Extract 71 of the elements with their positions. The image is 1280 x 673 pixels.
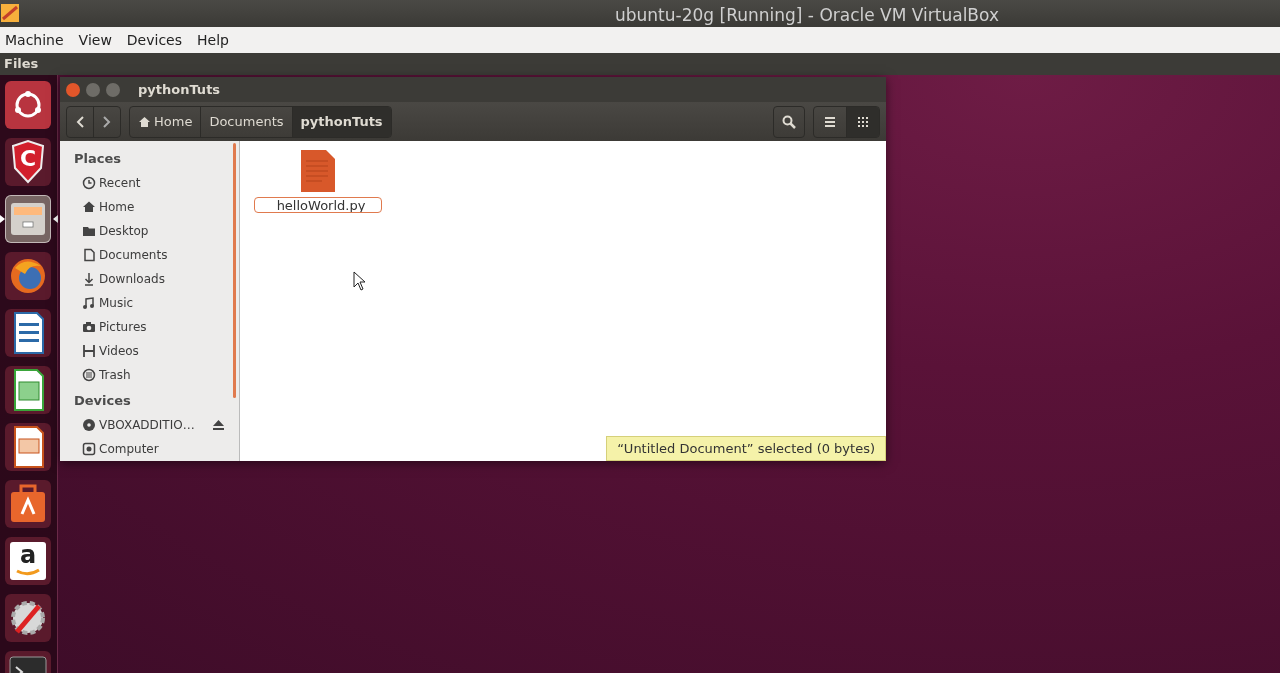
- logo-letter: C: [18, 147, 38, 171]
- clock-icon: [82, 176, 96, 190]
- grid-icon: [857, 115, 869, 128]
- mouse-pointer-icon: [353, 271, 367, 291]
- sidebar-label: Pictures: [99, 319, 147, 336]
- film-icon: [82, 344, 96, 358]
- sidebar-label: Videos: [99, 343, 139, 360]
- sidebar-item[interactable]: Home: [74, 195, 239, 219]
- search-icon: [782, 114, 796, 129]
- menu-item[interactable]: View: [78, 27, 112, 53]
- menu-item[interactable]: Devices: [126, 27, 183, 53]
- sidebar-item[interactable]: Computer: [74, 437, 239, 461]
- sidebar-label: Recent: [99, 175, 141, 192]
- sidebar-item[interactable]: Downloads: [74, 267, 239, 291]
- section-heading: Places: [74, 150, 123, 169]
- launcher-item[interactable]: [5, 594, 51, 642]
- document-icon: [82, 248, 96, 262]
- launcher-item[interactable]: [5, 309, 51, 357]
- logo-letter: a: [18, 543, 38, 567]
- launcher-item[interactable]: [5, 480, 51, 528]
- trash-icon: [82, 368, 96, 382]
- grid-view-button[interactable]: [846, 106, 879, 137]
- breadcrumb-button[interactable]: pythonTuts: [291, 106, 391, 137]
- sidebar-item[interactable]: Desktop: [74, 219, 239, 243]
- sidebar-label: Music: [99, 295, 134, 312]
- launcher-item[interactable]: [5, 423, 51, 471]
- music-note-icon: [82, 296, 96, 310]
- file-icon: [300, 149, 336, 193]
- launcher-item[interactable]: [5, 252, 51, 300]
- scrollbar-thumb[interactable]: [233, 143, 236, 398]
- launcher-item[interactable]: C: [5, 138, 51, 186]
- launcher-item[interactable]: a: [5, 537, 51, 585]
- sidebar-label: Desktop: [99, 223, 149, 240]
- folder-icon: [82, 224, 96, 238]
- sidebar-item[interactable]: Pictures: [74, 315, 239, 339]
- app-name: Files: [4, 56, 39, 71]
- window-title: pythonTuts: [138, 80, 221, 99]
- disc-icon: [82, 418, 96, 432]
- sidebar-label: Documents: [99, 247, 168, 264]
- sidebar-item[interactable]: Music: [74, 291, 239, 315]
- launcher-item[interactable]: [5, 81, 51, 129]
- menu-item[interactable]: Machine: [5, 27, 64, 53]
- sidebar-label: Trash: [99, 367, 131, 384]
- camera-icon: [82, 320, 96, 334]
- sidebar-item[interactable]: Trash: [74, 363, 239, 387]
- sidebar-label: VBOXADDITIO…: [99, 417, 195, 434]
- filename-field[interactable]: helloWorld.py: [254, 197, 382, 213]
- close-button[interactable]: [66, 82, 80, 97]
- section-heading: Devices: [74, 392, 132, 411]
- sidebar-item[interactable]: VBOXADDITIO…: [74, 413, 239, 437]
- sidebar-label: Computer: [99, 441, 159, 458]
- menu-item[interactable]: Help: [197, 27, 229, 53]
- drive-icon: [82, 442, 96, 456]
- list-icon: [824, 115, 836, 128]
- back-icon: [75, 114, 85, 129]
- forward-icon: [102, 114, 112, 129]
- sidebar-item[interactable]: Documents: [74, 243, 239, 267]
- status-tooltip: “Untitled Document” selected (0 bytes): [606, 435, 886, 461]
- window-title: ubuntu-20g [Running] - Oracle VM VirtualBox: [615, 4, 999, 27]
- home-icon: [138, 115, 151, 128]
- home-icon: [82, 200, 96, 214]
- launcher-item[interactable]: [5, 366, 51, 414]
- breadcrumb-button[interactable]: Documents: [200, 106, 292, 137]
- sidebar-label: Home: [99, 199, 135, 216]
- sidebar-item[interactable]: Videos: [74, 339, 239, 363]
- sidebar-label: Downloads: [99, 271, 165, 288]
- eject-icon[interactable]: [212, 419, 225, 431]
- sidebar-item[interactable]: Recent: [74, 171, 239, 195]
- download-icon: [82, 272, 96, 286]
- virtualbox-logo-icon: [0, 2, 20, 24]
- breadcrumb-button[interactable]: Home: [130, 106, 201, 137]
